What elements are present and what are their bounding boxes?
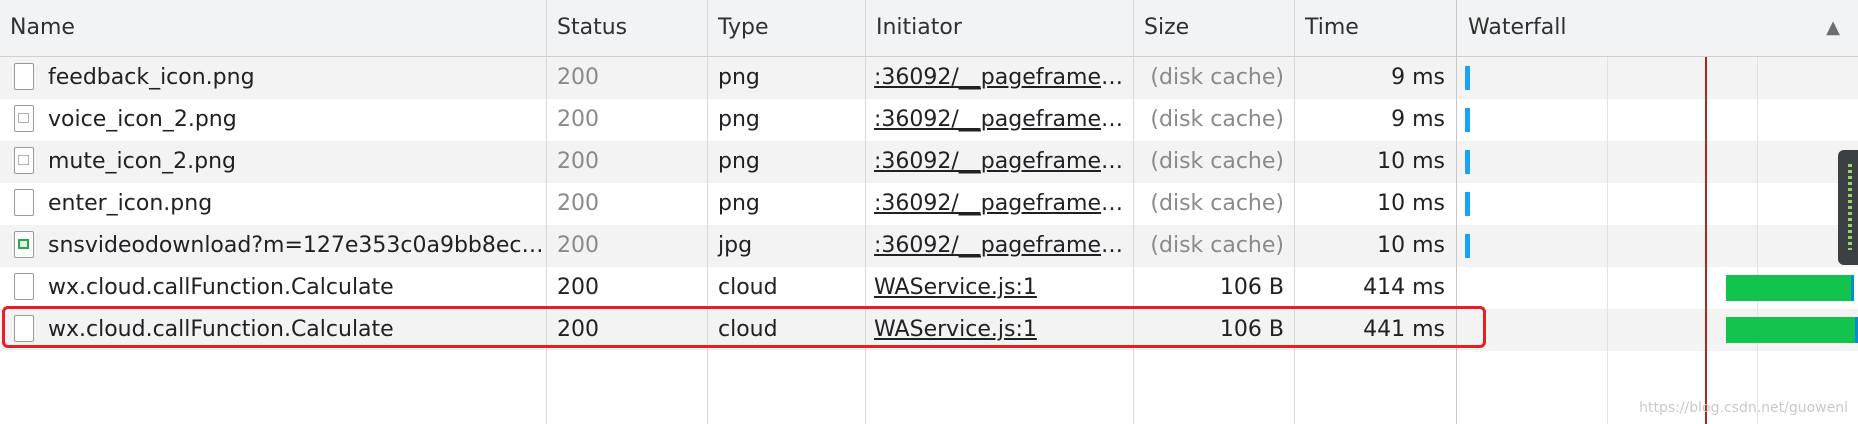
- sort-ascending-icon[interactable]: ▲: [1826, 0, 1840, 56]
- request-size: (disk cache): [1150, 233, 1284, 258]
- request-initiator-link[interactable]: :36092/__pageframe__...: [866, 99, 1133, 141]
- column-divider[interactable]: [1133, 0, 1134, 424]
- waterfall-gridline: [1607, 57, 1608, 424]
- column-header-size[interactable]: Size: [1134, 0, 1189, 56]
- request-name: mute_icon_2.png: [48, 149, 237, 174]
- waterfall-panel: [1458, 57, 1858, 424]
- request-size: (disk cache): [1150, 149, 1284, 174]
- load-event-marker: [1705, 57, 1707, 424]
- request-time: 9 ms: [1391, 65, 1445, 90]
- request-status: 200: [557, 233, 599, 258]
- request-size: (disk cache): [1150, 107, 1284, 132]
- column-divider[interactable]: [865, 0, 866, 424]
- request-initiator-link[interactable]: :36092/__pageframe__...: [866, 141, 1133, 183]
- request-name: feedback_icon.png: [48, 65, 255, 90]
- cache-timing-bar[interactable]: [1465, 192, 1470, 216]
- watermark-text: https://blog.csdn.net/guowenl: [1639, 400, 1848, 416]
- waiting-timing-bar[interactable]: [1726, 275, 1854, 301]
- request-size: 106 B: [1219, 275, 1284, 300]
- column-divider[interactable]: [1294, 0, 1295, 424]
- cache-timing-bar[interactable]: [1465, 150, 1470, 174]
- column-header-time[interactable]: Time: [1295, 0, 1359, 56]
- request-initiator-link[interactable]: WAService.js:1: [866, 267, 1133, 309]
- request-status: 200: [557, 191, 599, 216]
- request-status: 200: [557, 107, 599, 132]
- request-time: 10 ms: [1377, 233, 1445, 258]
- overview-scroll-handle[interactable]: [1838, 150, 1858, 265]
- column-header-waterfall[interactable]: Waterfall: [1458, 0, 1566, 56]
- request-name: snsvideodownload?m=127e353c0a9bb8ec6...: [48, 233, 546, 258]
- request-status: 200: [557, 149, 599, 174]
- table-header: Name Status Type Initiator Size Time Wat…: [0, 0, 1858, 57]
- request-size: (disk cache): [1150, 65, 1284, 90]
- request-time: 9 ms: [1391, 107, 1445, 132]
- request-name: enter_icon.png: [48, 191, 213, 216]
- request-time: 10 ms: [1377, 149, 1445, 174]
- request-type: png: [718, 191, 760, 216]
- cache-timing-bar[interactable]: [1465, 108, 1470, 132]
- request-type: png: [718, 65, 760, 90]
- request-type: jpg: [718, 233, 753, 258]
- request-size: (disk cache): [1150, 191, 1284, 216]
- column-divider[interactable]: [546, 0, 547, 424]
- request-initiator-link[interactable]: :36092/__pageframe__...: [866, 225, 1133, 267]
- request-initiator-link[interactable]: :36092/__pageframe__...: [866, 57, 1133, 99]
- request-name: wx.cloud.callFunction.Calculate: [48, 275, 394, 300]
- waterfall-gridline: [1757, 57, 1758, 424]
- request-status: 200: [557, 275, 599, 300]
- request-time: 10 ms: [1377, 191, 1445, 216]
- waiting-timing-bar[interactable]: [1726, 317, 1858, 343]
- request-type: cloud: [718, 275, 778, 300]
- request-type: png: [718, 149, 760, 174]
- highlight-annotation-box: [2, 306, 1486, 348]
- network-request-table: Name Status Type Initiator Size Time Wat…: [0, 0, 1858, 424]
- column-header-name[interactable]: Name: [0, 0, 75, 56]
- request-name: voice_icon_2.png: [48, 107, 237, 132]
- cache-timing-bar[interactable]: [1465, 66, 1470, 90]
- request-initiator-link[interactable]: :36092/__pageframe__...: [866, 183, 1133, 225]
- column-divider[interactable]: [1456, 0, 1457, 424]
- column-header-status[interactable]: Status: [547, 0, 627, 56]
- column-header-initiator[interactable]: Initiator: [866, 0, 962, 56]
- column-header-type[interactable]: Type: [708, 0, 769, 56]
- cache-timing-bar[interactable]: [1465, 234, 1470, 258]
- request-status: 200: [557, 65, 599, 90]
- column-divider[interactable]: [707, 0, 708, 424]
- request-type: png: [718, 107, 760, 132]
- request-time: 414 ms: [1363, 275, 1445, 300]
